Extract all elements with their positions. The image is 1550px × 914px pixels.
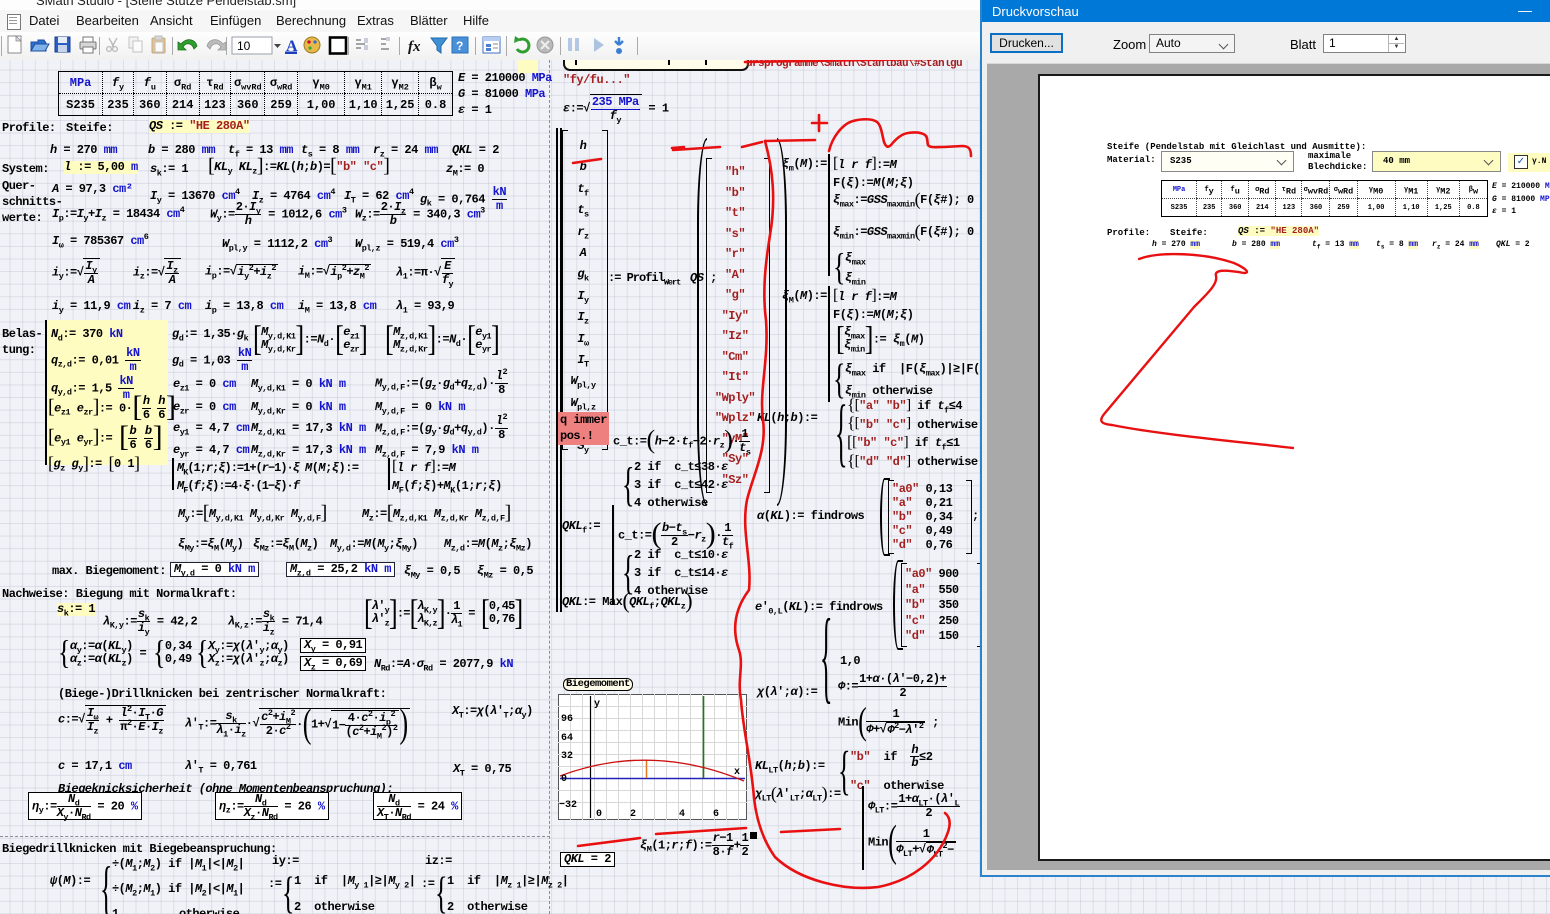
svg-text:2: 2 (630, 809, 636, 820)
svg-text:64: 64 (561, 733, 573, 744)
svg-text:y: y (594, 699, 600, 710)
svg-text:0: 0 (561, 774, 567, 785)
svg-text:32: 32 (561, 751, 573, 762)
svg-text:fx: fx (408, 39, 421, 55)
svg-text:−32: −32 (559, 800, 577, 811)
svg-text:10: 10 (237, 39, 251, 53)
svg-text:?: ? (456, 39, 463, 53)
svg-text:x: x (734, 767, 740, 778)
svg-text:6: 6 (713, 809, 719, 820)
svg-text:96: 96 (561, 714, 573, 725)
svg-text:0: 0 (596, 809, 602, 820)
svg-text:4: 4 (679, 809, 685, 820)
